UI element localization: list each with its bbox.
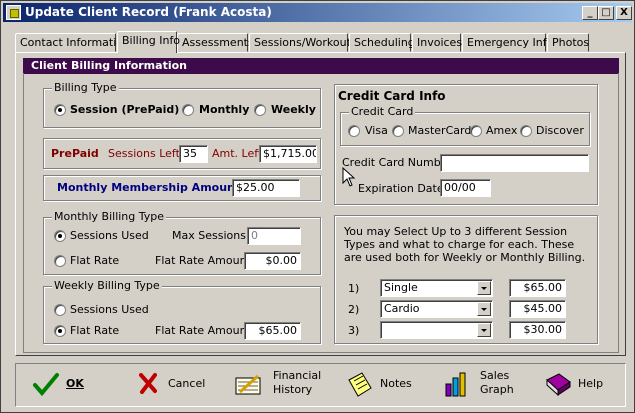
session-type-row3-select[interactable] [380, 321, 493, 339]
monthly-flat-rate-amount-field[interactable]: $0.00 [244, 252, 301, 270]
help-book-icon [546, 373, 571, 397]
max-sessions-label: Max Sessions: [172, 229, 250, 242]
monthly-flat-rate-amount-label: Flat Rate Amount: [155, 254, 255, 267]
sales-graph-label-2: Graph [480, 383, 514, 396]
mastercard-label[interactable]: MasterCard [408, 124, 471, 137]
session-type-row2-select[interactable]: Cardio [380, 300, 493, 318]
tab-contact-information[interactable]: Contact Information [15, 33, 130, 52]
max-sessions-field[interactable]: 0 [247, 227, 301, 245]
monthly-sessions-used-label[interactable]: Sessions Used [70, 229, 149, 242]
session-type-row1-select[interactable]: Single [380, 279, 493, 297]
amex-label[interactable]: Amex [486, 124, 517, 137]
session-prepaid-label[interactable]: Session (PrePaid) [70, 103, 179, 116]
weekly-radio[interactable] [254, 104, 266, 116]
monthly-sessions-used-radio[interactable] [54, 230, 66, 242]
maximize-button[interactable]: □ [598, 6, 614, 20]
app-icon [6, 5, 21, 20]
notes-label: Notes [380, 377, 412, 390]
card-number-label: Credit Card Number: [342, 156, 456, 169]
visa-radio[interactable] [348, 125, 360, 137]
tab-photos[interactable]: Photos [547, 33, 589, 52]
tab-invoices[interactable]: Invoices [412, 33, 462, 52]
amex-radio[interactable] [470, 125, 482, 137]
session-type-row2-amount[interactable]: $45.00 [509, 300, 566, 318]
panel-header: Client Billing Information [23, 58, 619, 74]
session-types-description: You may Select Up to 3 different Session… [344, 225, 586, 264]
chevron-down-icon[interactable] [477, 281, 491, 295]
cancel-label: Cancel [168, 377, 206, 390]
help-label: Help [578, 377, 604, 390]
session-type-row1-num: 1) [348, 282, 360, 295]
expiration-field[interactable]: 00/00 [440, 179, 491, 197]
monthly-membership-field[interactable]: $25.00 [232, 179, 300, 197]
financial-history-button[interactable]: Financial History [234, 368, 322, 402]
tab-sessions-workouts[interactable]: Sessions/Workouts [249, 33, 357, 52]
sessions-left-field[interactable]: 35 [179, 145, 208, 163]
expiration-label: Expiration Date: [358, 182, 448, 195]
minimize-button[interactable]: _ [582, 6, 598, 20]
chevron-down-icon[interactable] [477, 302, 491, 316]
weekly-label[interactable]: Weekly [271, 103, 316, 116]
monthly-membership-label: Monthly Membership Amount: [57, 181, 245, 194]
weekly-sessions-used-radio[interactable] [54, 304, 66, 316]
monthly-flat-rate-label[interactable]: Flat Rate [70, 254, 119, 267]
update-client-window: Update Client Record (Frank Acosta) _ □ … [0, 0, 635, 413]
monthly-billing-type-legend: Monthly Billing Type [52, 210, 167, 223]
sales-graph-label-1: Sales [480, 369, 510, 382]
check-icon [33, 373, 59, 397]
notes-button[interactable]: Notes [346, 368, 416, 402]
sales-graph-button[interactable]: Sales Graph [443, 368, 518, 402]
chevron-down-icon[interactable] [477, 323, 491, 337]
ok-button[interactable]: OK [32, 368, 92, 402]
amt-left-field[interactable]: $1,715.00 [259, 145, 317, 163]
session-type-row3-num: 3) [348, 324, 360, 337]
sales-graph-icon [445, 372, 466, 397]
prepaid-label: PrePaid [51, 147, 99, 160]
ok-label: OK [66, 377, 84, 390]
tab-strip: Contact Information Billing Info Assessm… [15, 31, 625, 53]
visa-label[interactable]: Visa [365, 124, 388, 137]
weekly-billing-type-legend: Weekly Billing Type [52, 279, 162, 292]
session-type-row2-value: Cardio [384, 302, 420, 315]
credit-card-type-legend: Credit Card [349, 105, 416, 118]
weekly-flat-rate-amount-field[interactable]: $65.00 [244, 322, 301, 340]
monthly-label[interactable]: Monthly [199, 103, 249, 116]
weekly-flat-rate-label[interactable]: Flat Rate [70, 324, 119, 337]
mouse-cursor-icon [342, 167, 356, 187]
weekly-sessions-used-label[interactable]: Sessions Used [70, 303, 149, 316]
weekly-flat-rate-amount-label: Flat Rate Amount: [155, 324, 255, 337]
tab-emergency-info[interactable]: Emergency Info [462, 33, 553, 52]
session-prepaid-radio[interactable] [54, 104, 66, 116]
window-title: Update Client Record (Frank Acosta) [25, 5, 272, 19]
card-number-field[interactable] [440, 154, 589, 172]
cancel-x-icon [139, 373, 157, 394]
tab-scheduling[interactable]: Scheduling [349, 33, 415, 52]
monthly-flat-rate-radio[interactable] [54, 255, 66, 267]
billing-type-legend: Billing Type [52, 81, 119, 94]
title-bar[interactable]: Update Client Record (Frank Acosta) _ □ … [3, 3, 632, 22]
mastercard-radio[interactable] [392, 125, 404, 137]
session-type-row1-amount[interactable]: $65.00 [509, 279, 566, 297]
help-button[interactable]: Help [544, 368, 609, 402]
amt-left-label: Amt. Left: [212, 147, 266, 160]
tab-billing-info[interactable]: Billing Info [117, 31, 180, 53]
discover-label[interactable]: Discover [536, 124, 584, 137]
financial-history-label-1: Financial [273, 369, 322, 382]
notes-icon [348, 372, 372, 397]
session-type-row3-amount[interactable]: $30.00 [509, 321, 566, 339]
financial-history-label-2: History [273, 383, 313, 396]
sessions-left-label: Sessions Left: [108, 147, 184, 160]
cancel-button[interactable]: Cancel [135, 368, 205, 402]
discover-radio[interactable] [520, 125, 532, 137]
credit-card-info-title: Credit Card Info [338, 89, 446, 103]
close-button[interactable]: X [616, 6, 632, 20]
monthly-radio[interactable] [182, 104, 194, 116]
session-type-row2-num: 2) [348, 303, 360, 316]
financial-history-icon [235, 374, 261, 395]
weekly-flat-rate-radio[interactable] [54, 325, 66, 337]
session-type-row1-value: Single [384, 281, 418, 294]
tab-assessments[interactable]: Assessments [177, 33, 254, 52]
